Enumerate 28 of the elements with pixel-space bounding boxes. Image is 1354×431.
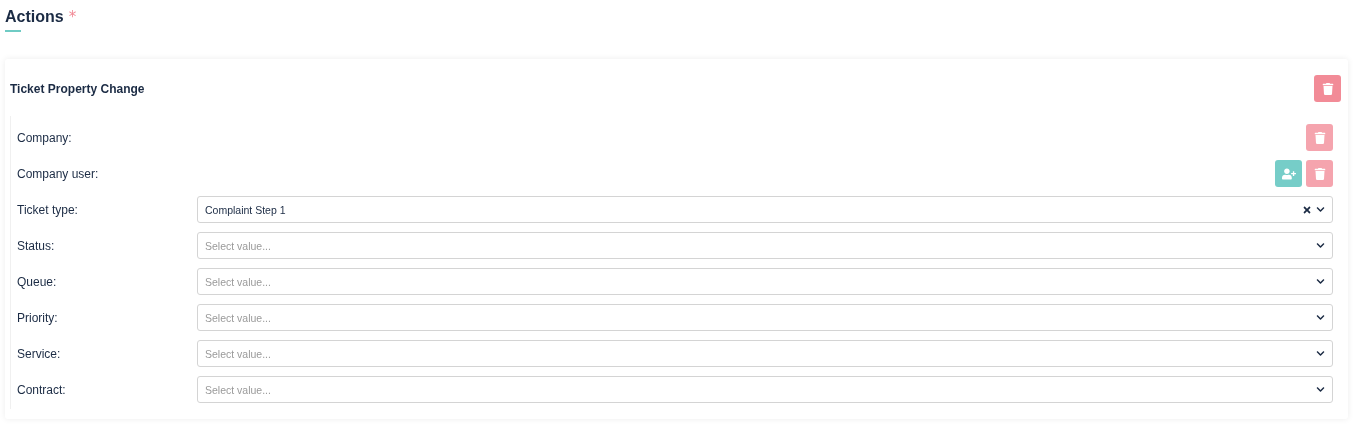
field-label: Company: (17, 130, 73, 145)
user-plus-icon (1281, 166, 1296, 181)
required-mark: * (68, 8, 77, 26)
section-title: Actions (5, 8, 64, 26)
field-label: Company user: (17, 166, 100, 181)
select-field[interactable]: Select value... (197, 376, 1333, 403)
chevron-down-icon[interactable] (1316, 277, 1325, 286)
field-label: Status: (17, 238, 56, 253)
chevron-down-icon[interactable] (1316, 205, 1325, 214)
field-label: Ticket type: (17, 202, 79, 217)
chevron-down-icon[interactable] (1316, 349, 1325, 358)
trash-icon (1313, 167, 1326, 180)
field-label: Queue: (17, 274, 58, 289)
select-field[interactable]: Complaint Step 1 (197, 196, 1333, 223)
trash-icon (1321, 82, 1334, 95)
select-field[interactable]: Select value... (197, 232, 1333, 259)
field-label: Contract: (17, 382, 67, 397)
chevron-down-icon[interactable] (1316, 241, 1325, 250)
select-field[interactable]: Select value... (197, 268, 1333, 295)
field-label: Priority: (17, 310, 59, 325)
chevron-down-icon[interactable] (1316, 313, 1325, 322)
card-title: Ticket Property Change (10, 81, 145, 96)
field-label: Service: (17, 346, 62, 361)
trash-icon (1313, 131, 1326, 144)
chevron-down-icon[interactable] (1316, 385, 1325, 394)
select-field[interactable]: Select value... (197, 340, 1333, 367)
clear-icon[interactable] (1302, 204, 1312, 215)
select-field[interactable]: Select value... (197, 304, 1333, 331)
